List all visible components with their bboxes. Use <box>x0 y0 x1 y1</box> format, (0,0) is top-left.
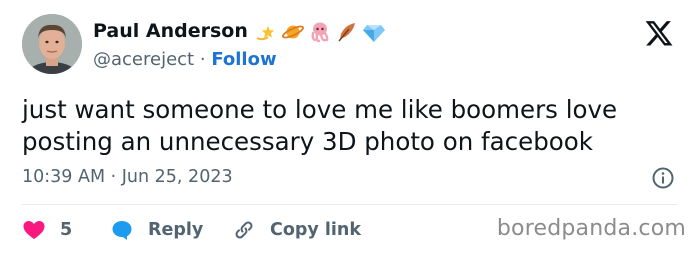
tweet-text: just want someone to love me like boomer… <box>22 95 618 156</box>
copy-link-label: Copy link <box>270 220 361 240</box>
x-logo-icon[interactable] <box>644 18 674 48</box>
watermark: boredpanda.com <box>496 216 686 241</box>
divider <box>22 204 678 205</box>
dizzy-star-icon <box>256 26 275 41</box>
profile-badges <box>254 20 386 44</box>
author-name[interactable]: Paul Anderson <box>93 20 248 42</box>
like-button[interactable]: 5 <box>22 217 72 243</box>
info-icon[interactable] <box>651 166 675 190</box>
avatar[interactable] <box>22 14 82 74</box>
tweet-timestamp[interactable]: 10:39 AM · Jun 25, 2023 <box>22 167 233 187</box>
octopus-icon <box>311 22 329 43</box>
like-count: 5 <box>60 220 73 240</box>
author-handle[interactable]: @acereject <box>93 49 194 70</box>
reply-label: Reply <box>148 220 204 240</box>
handle-row: @acereject · Follow <box>93 49 277 70</box>
avatar-photo <box>22 14 82 74</box>
speech-bubble-icon <box>112 221 132 240</box>
ringed-planet-icon <box>282 25 304 39</box>
heart-icon <box>23 221 45 239</box>
follow-button[interactable]: Follow <box>211 49 276 70</box>
feather-icon <box>338 23 355 42</box>
gem-icon <box>363 25 385 42</box>
link-icon <box>235 221 253 239</box>
copy-link-button[interactable]: Copy link <box>232 217 361 243</box>
separator-dot: · <box>199 49 206 70</box>
reply-button[interactable]: Reply <box>110 217 203 243</box>
tweet-card: Paul Anderson @acereject · Follow just w… <box>0 0 700 256</box>
